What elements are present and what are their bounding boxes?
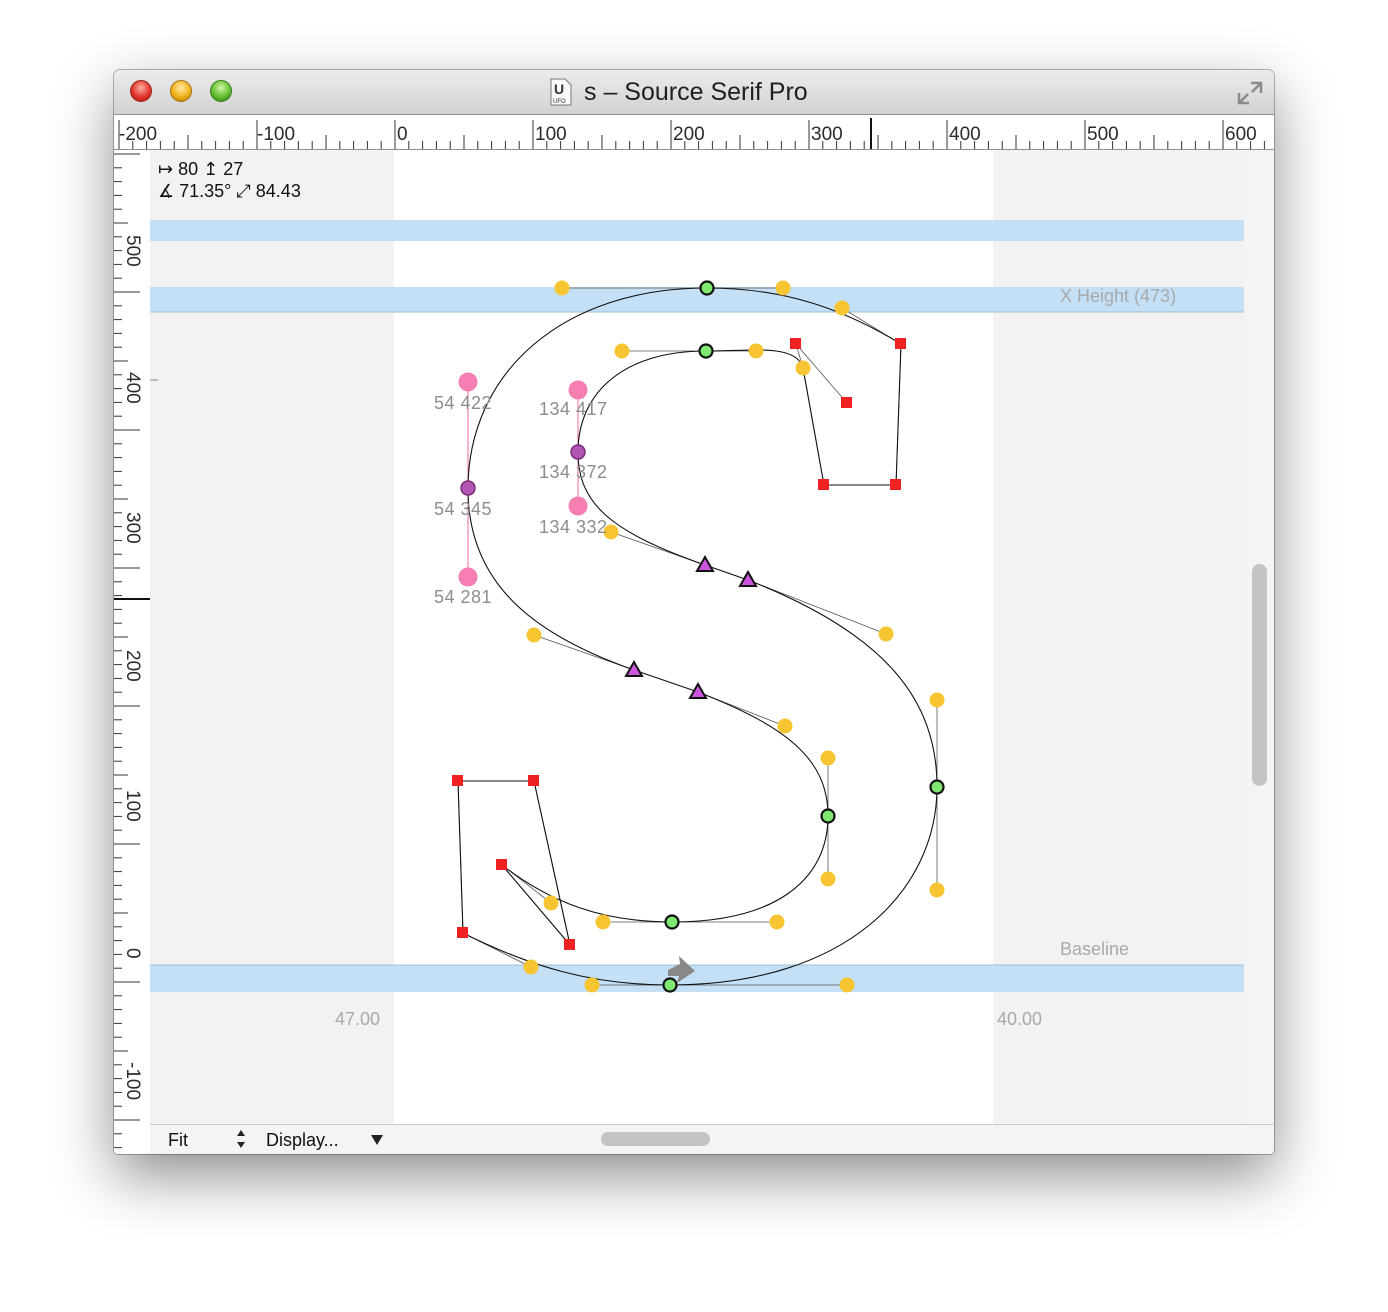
ruler-label-x-400: 400 [949, 124, 981, 145]
right-sidebearing-value: 40.00 [997, 1009, 1043, 1029]
ruler-label-x-300: 300 [811, 124, 843, 145]
x-height-label: X Height (473) [1060, 286, 1177, 306]
vertical-ruler: 500 400 300 200 100 0 -100 [114, 150, 151, 1154]
minimize-button[interactable] [170, 80, 192, 102]
ruler-label-y-0: 0 [122, 948, 143, 959]
cursor-readout: ↦ 80 ↥ 27 ∡ 71.35° ⤢ 84.43 [158, 158, 301, 202]
ruler-label-x-500: 500 [1087, 124, 1119, 145]
ascender-zone [150, 220, 1244, 241]
coordinate-label: 134 372 [539, 462, 608, 482]
coordinate-label: 134 417 [539, 399, 608, 419]
display-menu-button[interactable]: Display... [258, 1125, 383, 1154]
zoom-select[interactable]: Fit [150, 1125, 254, 1154]
ruler-label-y-500: 500 [122, 235, 143, 267]
ufo-document-icon: U UFO [550, 78, 572, 106]
doc-icon-badge: UFO [553, 99, 566, 105]
display-menu-label: Display... [266, 1130, 339, 1150]
window-title: s – Source Serif Pro [584, 78, 808, 106]
bottom-toolbar: Fit Display... [150, 1124, 1274, 1154]
ruler-label-y-100: 100 [122, 790, 143, 822]
zoom-button[interactable] [210, 80, 232, 102]
horizontal-scrollbar-thumb[interactable] [601, 1132, 710, 1146]
coordinate-label: 54 281 [434, 587, 493, 607]
baseline-zone [150, 965, 1244, 992]
triangle-down-icon [371, 1135, 383, 1145]
glyph-canvas[interactable]: ↦ 80 ↥ 27 ∡ 71.35° ⤢ 84.43 X Height (473… [150, 150, 1244, 1124]
zoom-select-value: Fit [168, 1130, 188, 1150]
ruler-label-x-100: 100 [535, 124, 567, 145]
vertical-scrollbar-thumb[interactable] [1252, 564, 1267, 786]
ruler-label-y-400: 400 [122, 372, 143, 404]
baseline-label: Baseline [1060, 939, 1130, 959]
horizontal-ruler: -200 -100 0 100 200 300 400 500 600 [114, 115, 1274, 150]
ruler-label-x-minus200: -200 [119, 124, 158, 145]
coordinate-label: 54 345 [434, 499, 493, 519]
ruler-label-x-600: 600 [1225, 124, 1257, 145]
coordinate-label: 134 332 [539, 517, 608, 537]
ruler-label-x-minus100: -100 [257, 124, 296, 145]
doc-icon-letter: U [554, 81, 564, 97]
glyph-window: U UFO s – Source Serif Pro -200 -100 0 1… [114, 70, 1274, 1154]
ruler-label-y-200: 200 [122, 650, 143, 682]
titlebar[interactable]: U UFO s – Source Serif Pro [114, 70, 1274, 115]
coordinate-label: 54 422 [434, 393, 493, 413]
readout-position: ↦ 80 ↥ 27 [158, 159, 244, 179]
fullscreen-icon[interactable] [1236, 80, 1264, 106]
readout-angle-distance: ∡ 71.35° ⤢ 84.43 [158, 181, 301, 201]
ruler-label-x-200: 200 [673, 124, 705, 145]
ruler-label-y-minus100: -100 [122, 1062, 143, 1101]
close-button[interactable] [130, 80, 152, 102]
updown-arrows-icon [237, 1130, 245, 1148]
left-sidebearing-value: 47.00 [335, 1009, 381, 1029]
ruler-label-x-0: 0 [397, 124, 408, 145]
ruler-label-y-300: 300 [122, 512, 143, 544]
